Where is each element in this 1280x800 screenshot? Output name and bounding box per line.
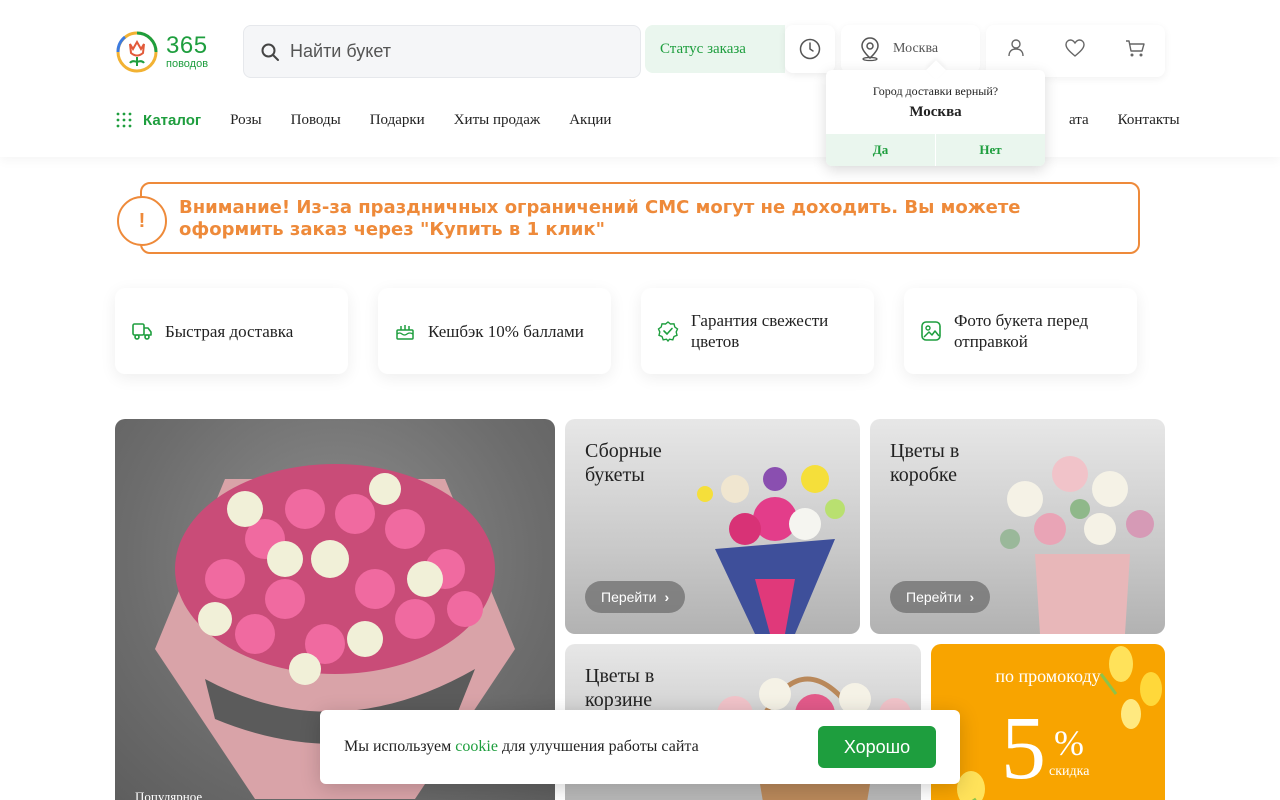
check-badge-icon: [657, 321, 679, 342]
nav-item-contacts[interactable]: Контакты: [1118, 112, 1180, 129]
cookie-accept-button[interactable]: Хорошо: [818, 726, 936, 768]
cookie-banner: Мы используем cookie для улучшения работ…: [320, 710, 960, 784]
cake-icon: [396, 325, 414, 340]
clock-icon: [799, 38, 821, 60]
feature-label: Быстрая доставка: [165, 321, 294, 341]
cookie-text-before: Мы используем: [344, 738, 452, 755]
delivery-truck-icon: [132, 323, 152, 340]
warning-text: Внимание! Из-за праздничных ограничений …: [179, 197, 1021, 240]
chevron-right-icon: ›: [969, 589, 975, 605]
search-bar[interactable]: [243, 25, 641, 78]
cart-icon[interactable]: [1124, 37, 1146, 59]
feature-label: Кешбэк 10% баллами: [428, 321, 584, 341]
catalog-label: Каталог: [143, 111, 202, 129]
logo-number: 365: [166, 32, 208, 59]
city-yes-button[interactable]: Да: [826, 134, 936, 166]
nav-item-bestsellers[interactable]: Хиты продаж: [454, 112, 541, 129]
promo-discount-label: скидка: [1049, 764, 1090, 779]
site-header: 365 поводов Статус заказа Москва: [0, 0, 1280, 157]
catalog-button[interactable]: Каталог: [115, 111, 201, 129]
banner-title: Цветы в корзине: [585, 665, 655, 711]
banner-title: Сборные букеты: [585, 440, 662, 486]
warning-banner: Внимание! Из-за праздничных ограничений …: [140, 182, 1140, 254]
banner-go-button[interactable]: Перейти ›: [585, 581, 686, 613]
photo-icon: [921, 321, 941, 341]
history-button[interactable]: [785, 25, 835, 73]
city-selector[interactable]: Москва: [841, 25, 980, 73]
main-banner-label: Популярное: [135, 789, 203, 800]
banner-flowers-in-box[interactable]: Цветы в коробке Перейти ›: [870, 419, 1165, 634]
main-nav: Каталог Розы Поводы Подарки Хиты продаж …: [115, 108, 640, 132]
logo-subtitle: поводов: [166, 58, 209, 70]
feature-freshness: Гарантия свежести цветов: [641, 288, 874, 374]
city-confirm-question: Город доставки верный?: [872, 84, 999, 98]
promo-title: по промокоду: [995, 666, 1101, 686]
cookie-link[interactable]: cookie: [455, 738, 498, 756]
cookie-text-after: для улучшения работы сайта: [501, 738, 699, 755]
promo-percent: %: [1054, 723, 1084, 763]
nav-item-promotions[interactable]: Акции: [569, 112, 611, 129]
flower-box-image: [1000, 456, 1154, 634]
nav-right: ата Контакты: [1040, 108, 1180, 132]
feature-label: Фото букета перед отправкой: [954, 311, 1089, 351]
chevron-right-icon: ›: [664, 589, 670, 605]
search-icon: [261, 43, 279, 61]
mixed-bouquet-image: [697, 465, 845, 634]
promo-number: 5: [1001, 699, 1046, 798]
logo[interactable]: 365 поводов: [115, 30, 230, 74]
nav-item-occasions[interactable]: Поводы: [291, 112, 341, 129]
nav-item-roses[interactable]: Розы: [230, 112, 261, 129]
city-no-button[interactable]: Нет: [936, 134, 1045, 166]
exclamation-icon: !: [117, 196, 167, 246]
banner-mixed-bouquets[interactable]: Сборные букеты Перейти ›: [565, 419, 860, 634]
heart-icon[interactable]: [1064, 37, 1086, 59]
city-confirm-name: Москва: [909, 104, 962, 120]
banner-go-button[interactable]: Перейти ›: [890, 581, 991, 613]
nav-item-gifts[interactable]: Подарки: [370, 112, 425, 129]
promo-banner[interactable]: по промокоду 5 % скидка: [931, 644, 1165, 800]
tulip-logo-icon: [116, 31, 158, 73]
city-confirm-popup: Город доставки верный? Москва Да Нет: [826, 70, 1045, 166]
feature-fast-delivery: Быстрая доставка: [115, 288, 348, 374]
search-input[interactable]: [290, 41, 620, 62]
banner-title: Цветы в коробке: [890, 440, 960, 486]
grid-dots-icon: [116, 112, 132, 128]
location-pin-icon: [861, 37, 879, 62]
user-icon[interactable]: [1005, 37, 1027, 59]
feature-photo: Фото букета перед отправкой: [904, 288, 1137, 374]
feature-label: Гарантия свежести цветов: [691, 311, 829, 351]
order-status-button[interactable]: Статус заказа: [645, 25, 785, 73]
nav-item-payment[interactable]: ата: [1069, 112, 1089, 129]
city-label: Москва: [893, 41, 939, 56]
feature-cashback: Кешбэк 10% баллами: [378, 288, 611, 374]
